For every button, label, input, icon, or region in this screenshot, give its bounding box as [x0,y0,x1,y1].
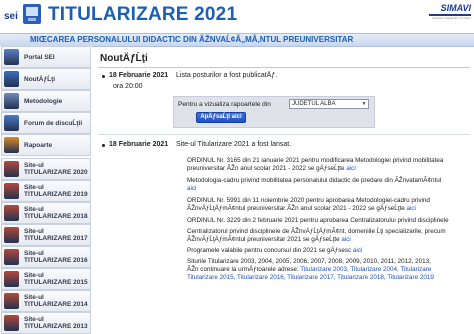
sidebar-item-label: Site-ul TITULARIZARE 2018 [24,206,88,220]
document-line: aici [187,185,196,193]
document-link[interactable]: aici [406,205,415,212]
sidebar-item[interactable]: Portal SEI [1,46,91,68]
document-line: ORDINUL Nr. 5991 din 11 noiembrie 2020 p… [187,197,430,205]
simavi-logo: SIMAVI software imagination & vision [429,3,471,21]
sidebar-item-label: Site-ul TITULARIZARE 2015 [24,272,88,286]
document-line-text: ORDINUL Nr. 5991 din 11 noiembrie 2020 p… [187,197,430,204]
sidebar-item-label: Site-ul TITULARIZARE 2017 [24,228,88,242]
document-line-text: Metodologia-cadru privind mobilitatea pe… [187,177,442,184]
site-icon [4,183,19,199]
report-selector-panel: Pentru a vizualiza rapoartele din JUDETU… [173,96,375,128]
sidebar-item[interactable]: Site-ul TITULARIZARE 2014 [1,290,91,312]
news-text: Lista posturilor a fost publicatÄƒ. [176,72,278,79]
document-link[interactable]: aici [346,165,355,172]
document-line-text: ÃŽnvÄƒĹţÄƒmÃ¢ntul preuniversitar ÃŽn anu… [187,205,407,212]
sidebar-item-label: Site-ul TITULARIZARE 2014 [24,294,88,308]
sidebar-item-label: Site-ul TITULARIZARE 2020 [24,162,88,176]
document-line: Siturile Titularizare 2003, 2004, 2005, … [187,258,431,266]
document-link[interactable]: aici [341,236,350,243]
county-select-value: JUDETUL ALBA [292,101,336,107]
site-icon [4,271,19,287]
document-line: Programele valabile pentru concursul din… [187,247,362,255]
app-title: TITULARIZARE 2021 [48,4,238,25]
document-line-text: ORDINUL Nr. 3229 din 2 februarie 2021 pe… [187,217,449,224]
chevron-down-icon: ▼ [361,101,367,107]
sidebar-item[interactable]: Site-ul TITULARIZARE 2016 [1,246,91,268]
document-line: ORDINUL Nr. 3165 din 21 ianuarie 2021 pe… [187,157,443,165]
main-content: NoutÄƒĹţi 18 Februarie 2021 Lista postur… [92,46,474,316]
header: sei TITULARIZARE 2021 SIMAVI software im… [0,0,474,33]
sidebar-item-label: Site-ul TITULARIZARE 2016 [24,250,88,264]
site-icon [4,315,19,331]
news-date: 18 Februarie 2021 [109,72,169,79]
sei-logo-icon [23,4,41,24]
reports-icon [4,137,19,153]
banner-text: MIŒCAREA PERSONALULUI DIDACTIC DIN ÃŽNVA… [30,35,354,44]
site-icon [4,161,19,177]
subtitle-banner: MIŒCAREA PERSONALULUI DIDACTIC DIN ÃŽNVA… [0,33,474,47]
document-link[interactable]: aici [353,247,362,254]
document-line-text: ÃŽnvÄƒĹţÄƒmÃ¢ntul preuniversitar 2021 se… [187,236,342,243]
sidebar-item[interactable]: Forum de discuĹţii [1,112,91,134]
news-time: ora 20:00 [113,83,143,90]
sidebar-item-label: Metodologie [24,97,63,105]
sidebar: Portal SEI NoutÄƒĹţi Metodologie Forum de d… [0,46,92,334]
report-select-label: Pentru a vizualiza rapoartele din [178,101,271,108]
sidebar-item-label: NoutÄƒĹţi [24,75,56,83]
document-link[interactable]: aici [187,185,196,192]
sidebar-item-label: Site-ul TITULARIZARE 2019 [24,184,88,198]
sidebar-item-label: Rapoarte [24,141,53,149]
nav-icon [4,115,19,131]
site-icon [4,227,19,243]
document-link[interactable]: Titularizare 2015, Titularizare 2016, Ti… [187,274,434,281]
county-select[interactable]: JUDETUL ALBA ▼ [289,99,369,109]
document-line: Centralizatorul privind disciplinele de … [187,228,446,236]
sidebar-item[interactable]: Site-ul TITULARIZARE 2015 [1,268,91,290]
document-link[interactable]: Titularizare 2003, Titularizare 2004, Ti… [300,266,431,273]
sei-logo[interactable]: sei [4,3,44,29]
section-divider [98,134,470,135]
document-line: ORDINUL Nr. 3229 din 2 februarie 2021 pe… [187,217,449,225]
sidebar-item[interactable]: Site-ul TITULARIZARE 2019 [1,180,91,202]
site-icon [4,249,19,265]
document-line-text: preuniversitar ÃŽn anul scolar 2021 - 20… [187,165,347,172]
document-line-text: ORDINUL Nr. 3165 din 21 ianuarie 2021 pe… [187,157,444,164]
bullet-icon [102,75,105,78]
nav-icon [4,93,19,109]
document-line-text: Siturile Titularizare 2003, 2004, 2005, … [187,258,431,265]
sidebar-item[interactable]: Site-ul TITULARIZARE 2020 [1,158,91,180]
document-line: ÃŽnvÄƒĹţÄƒmÃ¢ntul preuniversitar ÃŽn anu… [187,205,416,213]
document-line: ÃŽnvÄƒĹţÄƒmÃ¢ntul preuniversitar 2021 se… [187,236,351,244]
sidebar-item-label: Forum de discuĹţii [24,119,83,127]
document-line-text: Centralizatorul privind disciplinele de … [187,228,446,235]
sidebar-item[interactable]: Rapoarte [1,134,91,156]
nav-icon [4,49,19,65]
brand-tagline: software imagination & vision [432,16,471,20]
logo-text: sei [4,11,18,22]
news-date: 18 Februarie 2021 [109,141,169,148]
document-line: ÃŽn continuare la urmÄƒtoarele adrese: T… [187,266,431,274]
document-line: preuniversitar ÃŽn anul scolar 2021 - 20… [187,165,356,173]
sidebar-item-label: Portal SEI [24,53,55,61]
sidebar-item[interactable]: Metodologie [1,90,91,112]
sidebar-item[interactable]: Site-ul TITULARIZARE 2013 [1,312,91,334]
sidebar-item[interactable]: Site-ul TITULARIZARE 2018 [1,202,91,224]
title-divider [98,67,470,68]
brand-name: SIMAVI [440,3,471,13]
document-line: Metodologia-cadru privind mobilitatea pe… [187,177,441,185]
nav-icon [4,71,19,87]
sidebar-item-label: Site-ul TITULARIZARE 2013 [24,316,88,330]
news-text: Site-ul Titularizare 2021 a fost lansat. [176,141,292,148]
document-line-text: ÃŽn continuare la urmÄƒtoarele adrese: [187,266,301,273]
document-line: Titularizare 2015, Titularizare 2016, Ti… [187,274,434,282]
site-icon [4,293,19,309]
page-title: NoutÄƒĹţi [100,53,148,64]
sidebar-item[interactable]: NoutÄƒĹţi [1,68,91,90]
view-reports-button[interactable]: ApÄƒsaĹţi aici [196,112,246,123]
site-icon [4,205,19,221]
sidebar-item[interactable]: Site-ul TITULARIZARE 2017 [1,224,91,246]
bullet-icon [102,144,105,147]
document-line-text: Programele valabile pentru concursul din… [187,247,353,254]
